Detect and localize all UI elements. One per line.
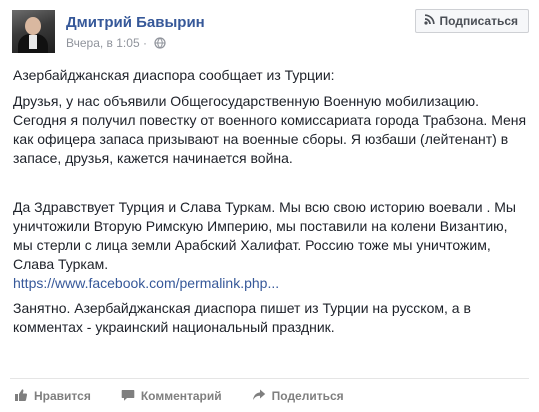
author-name[interactable]: Дмитрий Бавырин [66, 14, 205, 31]
share-button[interactable]: Поделиться [252, 388, 344, 405]
comment-button[interactable]: Комментарий [121, 388, 222, 405]
subscribe-label: Подписаться [439, 14, 518, 28]
like-button[interactable]: Нравится [14, 388, 91, 405]
author-comment: Занятно. Азербайджанская диаспора пишет … [13, 300, 471, 335]
share-arrow-icon [252, 388, 266, 405]
post-header: Дмитрий Бавырин Вчера, в 1:05 · Подписат… [10, 8, 529, 58]
quoted-message-text: Да Здравствует Турция и Слава Туркам. Мы… [13, 199, 516, 272]
permalink-link[interactable]: https://www.facebook.com/permalink.php..… [13, 275, 279, 291]
post-timestamp[interactable]: Вчера, в 1:05 · [66, 36, 147, 50]
avatar[interactable] [12, 10, 55, 53]
like-label: Нравится [34, 389, 91, 403]
subscribe-button[interactable]: Подписаться [414, 9, 529, 33]
quoted-message-part1: Друзья, у нас объявили Общегосударственн… [13, 93, 527, 166]
comment-label: Комментарий [140, 389, 222, 403]
rss-icon [423, 14, 435, 28]
post-actions: Нравится Комментарий Поделиться [14, 385, 529, 407]
thumbs-up-icon [14, 388, 28, 405]
facebook-post: Дмитрий Бавырин Вчера, в 1:05 · Подписат… [0, 0, 539, 412]
post-body: Азербайджанская диаспора сообщает из Тур… [13, 66, 528, 345]
quoted-message-part2: Да Здравствует Турция и Слава Туркам. Мы… [13, 198, 528, 293]
share-label: Поделиться [271, 389, 344, 403]
post-meta: Вчера, в 1:05 · [66, 36, 166, 52]
post-intro: Азербайджанская диаспора сообщает из Тур… [13, 67, 335, 83]
comment-icon [121, 388, 135, 405]
globe-icon[interactable] [154, 37, 166, 52]
actions-divider [10, 378, 529, 379]
